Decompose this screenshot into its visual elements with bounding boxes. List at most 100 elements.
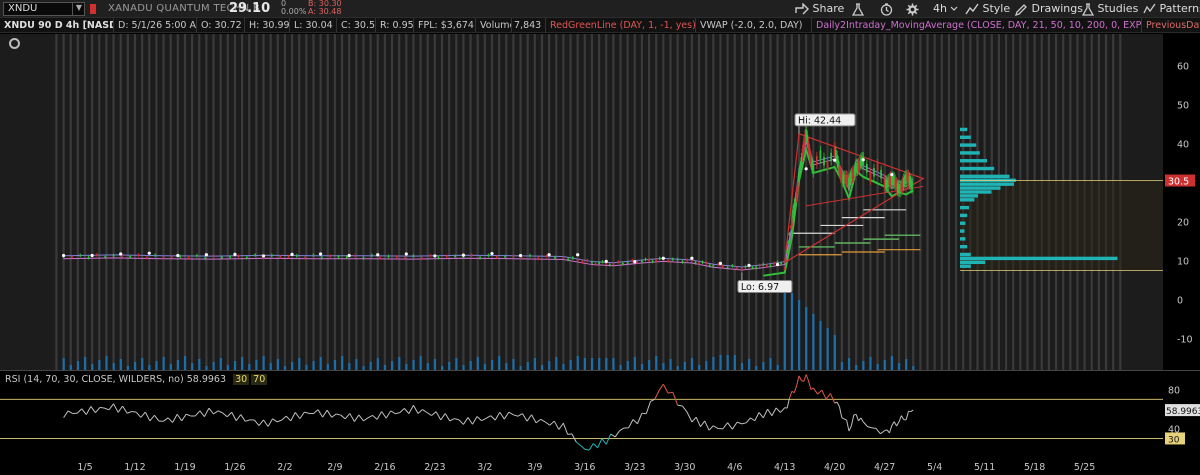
- rsi-legend[interactable]: RSI (14, 70, 30, CLOSE, WILDERS, no) 58.…: [5, 374, 268, 385]
- candle-body: [598, 262, 600, 265]
- signal-dot: [176, 253, 180, 258]
- candle-body: [195, 254, 198, 257]
- volume-bar: [391, 361, 394, 370]
- signal-dot: [718, 261, 723, 265]
- profile-bar: [960, 244, 968, 249]
- study-redgreenline[interactable]: RedGreenLine (DAY, 1, -1, yes): [546, 18, 696, 32]
- candle-body: [801, 148, 804, 158]
- volume-bar: [883, 360, 886, 370]
- signal-dot: [433, 254, 437, 258]
- studies-button[interactable]: Studies: [1081, 2, 1138, 16]
- date-tick-label: 3/2: [477, 462, 492, 473]
- date-tick-label: 4/20: [824, 462, 845, 473]
- candle-body: [79, 254, 82, 257]
- bar-range: R: 0.95: [376, 18, 414, 32]
- profile-bar: [960, 205, 969, 210]
- drawings-label: Drawings: [1031, 2, 1083, 15]
- candle-body: [562, 256, 565, 259]
- volume-bar: [369, 362, 372, 370]
- rsi-axis[interactable]: 804058.996330: [1163, 371, 1200, 458]
- study-vwap[interactable]: VWAP (-2.0, 2.0, DAY): [696, 18, 812, 32]
- volume-bar: [119, 359, 122, 370]
- volume-bar: [262, 356, 265, 370]
- rsi-oversold-badge: 30: [233, 374, 250, 385]
- alerts-button[interactable]: [880, 2, 893, 16]
- volume-bar: [412, 360, 415, 370]
- volume-bar: [712, 357, 715, 370]
- volume-bar: [162, 357, 165, 370]
- volume-bar: [426, 363, 429, 370]
- profile-bar: [960, 260, 986, 265]
- volume-bar: [198, 359, 201, 370]
- price-axis[interactable]: 6050403020100-1030.5: [1163, 34, 1200, 370]
- volume-bar: [348, 363, 351, 370]
- symbol-dropdown-icon[interactable]: ▼: [72, 2, 85, 16]
- change-percent: 0.00%: [281, 7, 307, 16]
- profile-bar: [960, 135, 971, 139]
- candle-body: [479, 256, 481, 259]
- volume-bar: [583, 358, 586, 370]
- style-label: Style: [982, 2, 1011, 15]
- volume-bar: [476, 357, 479, 370]
- candle-body: [708, 264, 711, 267]
- signal-dot: [833, 158, 837, 162]
- signal-dot: [490, 251, 494, 256]
- flask-button[interactable]: [851, 2, 865, 16]
- annotation-label: Lo: 6.97: [741, 282, 779, 293]
- candle-body: [229, 255, 232, 258]
- candle-body: [795, 190, 798, 199]
- signal-dot: [690, 256, 694, 260]
- candle-body: [785, 259, 787, 262]
- date-tick-label: 3/30: [674, 462, 695, 473]
- candle-body: [717, 263, 719, 266]
- candle-body: [712, 265, 715, 268]
- timeframe-dropdown[interactable]: 4h: [933, 2, 958, 16]
- date-axis[interactable]: 1/5 1/12 1/19 1/26 2/2 2/9 2/16 2/23 3/2 3/9 3/16 3…: [0, 458, 1200, 475]
- flag-icon[interactable]: [90, 4, 96, 14]
- flask-icon: [1081, 2, 1095, 16]
- candle-body: [701, 261, 704, 264]
- profile-bar: [960, 182, 1014, 186]
- settings-button[interactable]: [906, 2, 919, 16]
- candle-body: [137, 254, 140, 257]
- volume-bar: [419, 356, 422, 370]
- volume-bar: [526, 362, 529, 370]
- style-button[interactable]: Style: [965, 2, 1010, 16]
- signal-dot: [775, 262, 780, 267]
- candle-body: [112, 254, 115, 257]
- line-chart-icon: [965, 3, 979, 15]
- date-tick-label: 3/23: [624, 462, 645, 473]
- signal-dot: [861, 158, 865, 162]
- signal-dot: [261, 254, 266, 258]
- signal-dot: [61, 253, 66, 258]
- profile-bar: [960, 264, 971, 268]
- candle-body: [204, 257, 207, 260]
- candle-body: [370, 254, 373, 257]
- study-previous-day-high[interactable]: PreviousDayHigh (DAY, 1,...: [1142, 18, 1200, 32]
- patterns-button[interactable]: Patterns: [1143, 2, 1200, 16]
- price-chart[interactable]: 6050403020100-1030.5 Hi: 42.44Lo: 6.97: [0, 34, 1200, 370]
- volume-bar: [341, 356, 344, 370]
- share-button[interactable]: Share: [795, 2, 844, 16]
- drawings-button[interactable]: Drawings: [1014, 2, 1083, 16]
- volume-bar: [648, 360, 651, 370]
- candle-body: [437, 256, 440, 259]
- candle-body: [304, 256, 307, 259]
- volume-bar: [312, 361, 315, 370]
- candle-body: [395, 255, 398, 258]
- volume-bar: [141, 358, 144, 370]
- chart-settings-icon[interactable]: [9, 38, 20, 49]
- candle-body: [788, 233, 791, 236]
- profile-bar: [960, 194, 978, 198]
- signal-dot: [461, 253, 466, 257]
- bar-close: C: 30.5: [337, 18, 376, 32]
- volume-bar: [862, 361, 865, 370]
- candle-body: [783, 267, 786, 270]
- volume-bar: [548, 361, 551, 370]
- volume-bar: [176, 360, 180, 370]
- volume-bar: [840, 362, 844, 370]
- study-moving-average[interactable]: Daily2Intraday_MovingAverage (CLOSE, DAY…: [812, 18, 1142, 32]
- candle-body: [736, 266, 739, 269]
- price-tick-label: 60: [1177, 61, 1189, 72]
- candle-body: [354, 254, 357, 257]
